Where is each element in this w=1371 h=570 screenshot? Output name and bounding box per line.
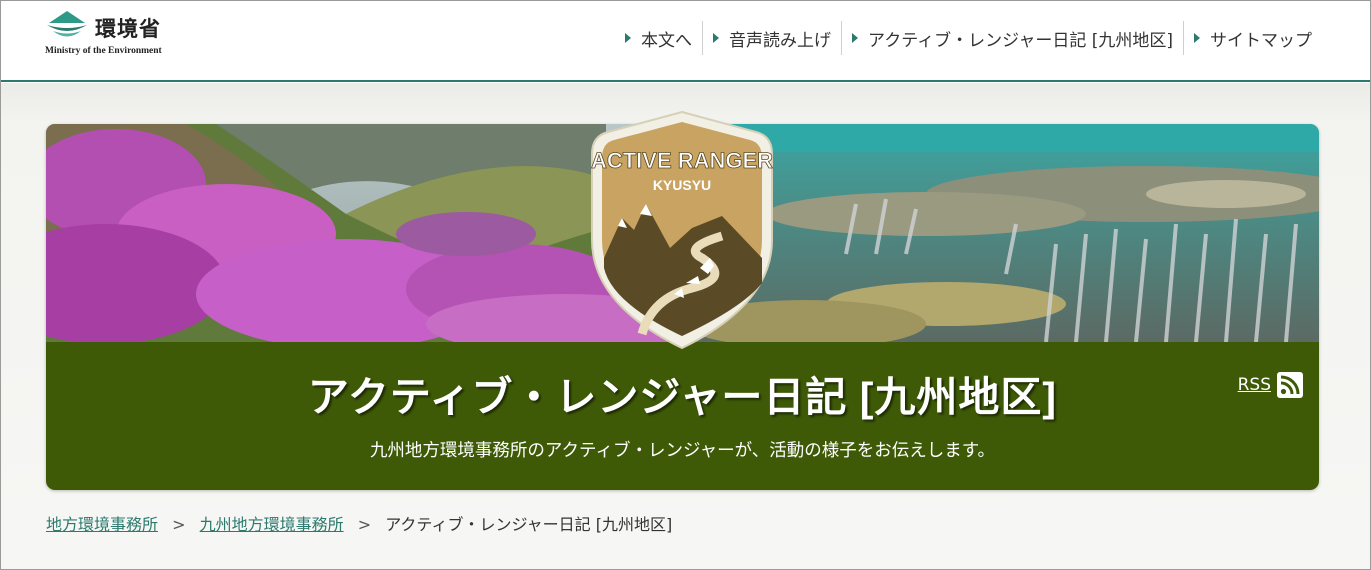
triangle-right-icon — [713, 33, 720, 43]
triangle-right-icon — [625, 33, 632, 43]
rss-icon — [1277, 372, 1303, 398]
top-nav: 本文へ 音声読み上げ アクティブ・レンジャー日記 [九州地区] サイトマップ — [615, 21, 1322, 55]
nav-text-to-speech[interactable]: 音声読み上げ — [702, 21, 841, 55]
rss-label: RSS — [1237, 375, 1271, 395]
breadcrumb-current: アクティブ・レンジャー日記 [九州地区] — [385, 515, 673, 534]
breadcrumb: 地方環境事務所 > 九州地方環境事務所 > アクティブ・レンジャー日記 [九州地… — [46, 511, 672, 535]
site-subtitle: 九州地方環境事務所のアクティブ・レンジャーが、活動の様子をお伝えします。 — [369, 441, 996, 461]
nav-skip-to-content[interactable]: 本文へ — [615, 21, 702, 55]
logo-english: Ministry of the Environment — [45, 46, 162, 56]
breadcrumb-link-regional-offices[interactable]: 地方環境事務所 — [46, 515, 158, 534]
nav-label: サイトマップ — [1210, 30, 1312, 51]
nav-label: 音声読み上げ — [729, 30, 832, 51]
nav-sitemap[interactable]: サイトマップ — [1183, 21, 1322, 55]
breadcrumb-separator: > — [172, 515, 186, 534]
triangle-right-icon — [852, 33, 859, 43]
banner-title-area: アクティブ・レンジャー日記 [九州地区] 九州地方環境事務所のアクティブ・レンジ… — [46, 342, 1319, 490]
badge-line1: ACTIVE RANGER — [591, 148, 773, 173]
nav-label: アクティブ・レンジャー日記 [九州地区] — [868, 30, 1173, 51]
site-header: 環境省 Ministry of the Environment 本文へ 音声読み… — [1, 1, 1370, 82]
logo-kanji: 環境省 — [95, 16, 161, 41]
nav-label: 本文へ — [641, 30, 693, 51]
site-title: アクティブ・レンジャー日記 [九州地区] — [307, 374, 1058, 420]
ministry-logo-icon — [47, 11, 87, 37]
breadcrumb-separator: > — [357, 515, 372, 534]
rss-link[interactable]: RSS — [1238, 372, 1303, 398]
active-ranger-badge: ACTIVE RANGER KYUSYU — [591, 110, 774, 350]
triangle-right-icon — [1194, 33, 1200, 43]
ministry-logo[interactable]: 環境省 Ministry of the Environment — [45, 9, 175, 59]
nav-ranger-diary[interactable]: アクティブ・レンジャー日記 [九州地区] — [841, 21, 1183, 55]
badge-line2: KYUSYU — [653, 177, 711, 193]
breadcrumb-link-kyushu-office[interactable]: 九州地方環境事務所 — [200, 515, 344, 534]
